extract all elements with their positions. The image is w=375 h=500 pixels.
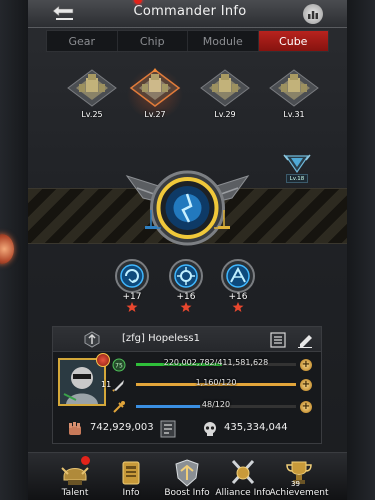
cube-slot-3[interactable]: Lv.29: [197, 68, 253, 120]
achievement-count: 39: [291, 480, 300, 488]
rank-insignia-icon: [84, 331, 100, 348]
bar-chart-icon: [308, 11, 318, 19]
skull-icon: [204, 422, 216, 436]
commander-name: [zfg] Hopeless1: [122, 333, 200, 344]
commander-level: 11: [101, 380, 112, 389]
power-value: 742,929,003: [90, 422, 154, 433]
cube-skill-1[interactable]: +17: [112, 258, 152, 312]
cube-level: Lv.27: [144, 110, 166, 119]
experience-value: 220,002,782/411,581,628: [163, 358, 269, 367]
tab-bar: Gear Chip Module Cube: [46, 30, 329, 52]
star-icon: [180, 302, 192, 312]
back-button[interactable]: [50, 3, 78, 25]
edit-pencil-icon[interactable]: [297, 331, 313, 348]
missile-icon: [112, 380, 124, 392]
svg-text:75: 75: [115, 363, 123, 370]
nav-info[interactable]: Info: [104, 458, 158, 500]
tab-gear-label: Gear: [68, 34, 96, 48]
cube-skill-2[interactable]: +16: [166, 258, 206, 312]
soldier-portrait-icon: [60, 360, 104, 404]
commander-totals: 742,929,003 435,334,044: [52, 418, 322, 442]
tab-chip-label: Chip: [139, 34, 165, 48]
tab-gear[interactable]: Gear: [47, 31, 118, 51]
nav-alliance-info[interactable]: Alliance Info: [215, 458, 271, 500]
alliance-swords-icon: [231, 459, 255, 485]
kills-value: 435,334,044: [224, 422, 288, 433]
stats-info-button[interactable]: [303, 4, 323, 24]
star-icon: [232, 302, 244, 312]
commander-rank-badge: [96, 353, 110, 367]
add-energy-button[interactable]: +: [300, 401, 312, 413]
skill-value: +16: [176, 292, 196, 302]
diamond-badge-icon: [283, 154, 311, 174]
game-screen: Commander Info Gear Chip Module Cube Lv.…: [0, 0, 375, 500]
cube-slot-2[interactable]: Lv.27: [127, 68, 183, 120]
nav-boost-info[interactable]: Boost Info: [160, 458, 214, 500]
cube-level: Lv.31: [283, 110, 305, 119]
energy-row: 48/120 +: [112, 400, 317, 414]
nav-talent[interactable]: Talent: [48, 456, 102, 500]
right-frame: [347, 0, 375, 500]
cube-level: Lv.29: [214, 110, 236, 119]
list-icon[interactable]: [270, 332, 286, 348]
nav-achievement-label: Achievement: [269, 488, 329, 498]
energy-icon: [113, 401, 125, 413]
skill-node-icon: [115, 259, 149, 293]
cube-slot-4[interactable]: Lv.31: [266, 68, 322, 120]
skill-node-icon: [169, 259, 203, 293]
cube-slot-1[interactable]: Lv.25: [64, 68, 120, 120]
talent-notification-dot: [81, 456, 90, 465]
info-tablet-icon: [122, 461, 140, 485]
star-icon: [126, 302, 138, 312]
add-stamina-button[interactable]: +: [300, 379, 312, 391]
cube-fortress-icon: [200, 69, 250, 107]
cube-rank-badge[interactable]: Lv.18: [282, 152, 312, 183]
nav-achievement[interactable]: 39 Achievement: [269, 458, 329, 500]
boost-shield-icon: [175, 459, 199, 487]
experience-icon: 75: [112, 358, 126, 372]
cube-skill-3[interactable]: +16: [218, 258, 258, 312]
energy-value: 48/120: [201, 400, 231, 409]
cube-level: Lv.25: [81, 110, 103, 119]
back-arrow-icon: [52, 5, 74, 20]
cube-fortress-icon: [129, 68, 181, 107]
badge-level: Lv.18: [286, 174, 308, 183]
experience-row: 75 220,002,782/411,581,628 +: [112, 358, 317, 372]
tab-chip[interactable]: Chip: [118, 31, 188, 51]
stamina-row: 1,160/120 +: [112, 378, 317, 392]
page-title: Commander Info: [133, 4, 247, 19]
kills-badge-icon[interactable]: [160, 420, 176, 438]
skill-node-icon: [221, 259, 255, 293]
tab-cube[interactable]: Cube: [258, 31, 328, 51]
stamina-value: 1,160/120: [195, 378, 237, 387]
winged-core-icon: [125, 170, 250, 246]
tab-cube-label: Cube: [279, 34, 308, 48]
add-experience-button[interactable]: +: [300, 359, 312, 371]
cube-core-emblem[interactable]: [125, 158, 250, 253]
tab-module-label: Module: [202, 34, 243, 48]
power-fist-icon: [69, 422, 81, 435]
skill-value: +17: [122, 292, 142, 302]
cube-fortress-icon: [269, 69, 319, 107]
tab-module[interactable]: Module: [188, 31, 259, 51]
cube-fortress-icon: [67, 69, 117, 107]
skill-value: +16: [228, 292, 248, 302]
